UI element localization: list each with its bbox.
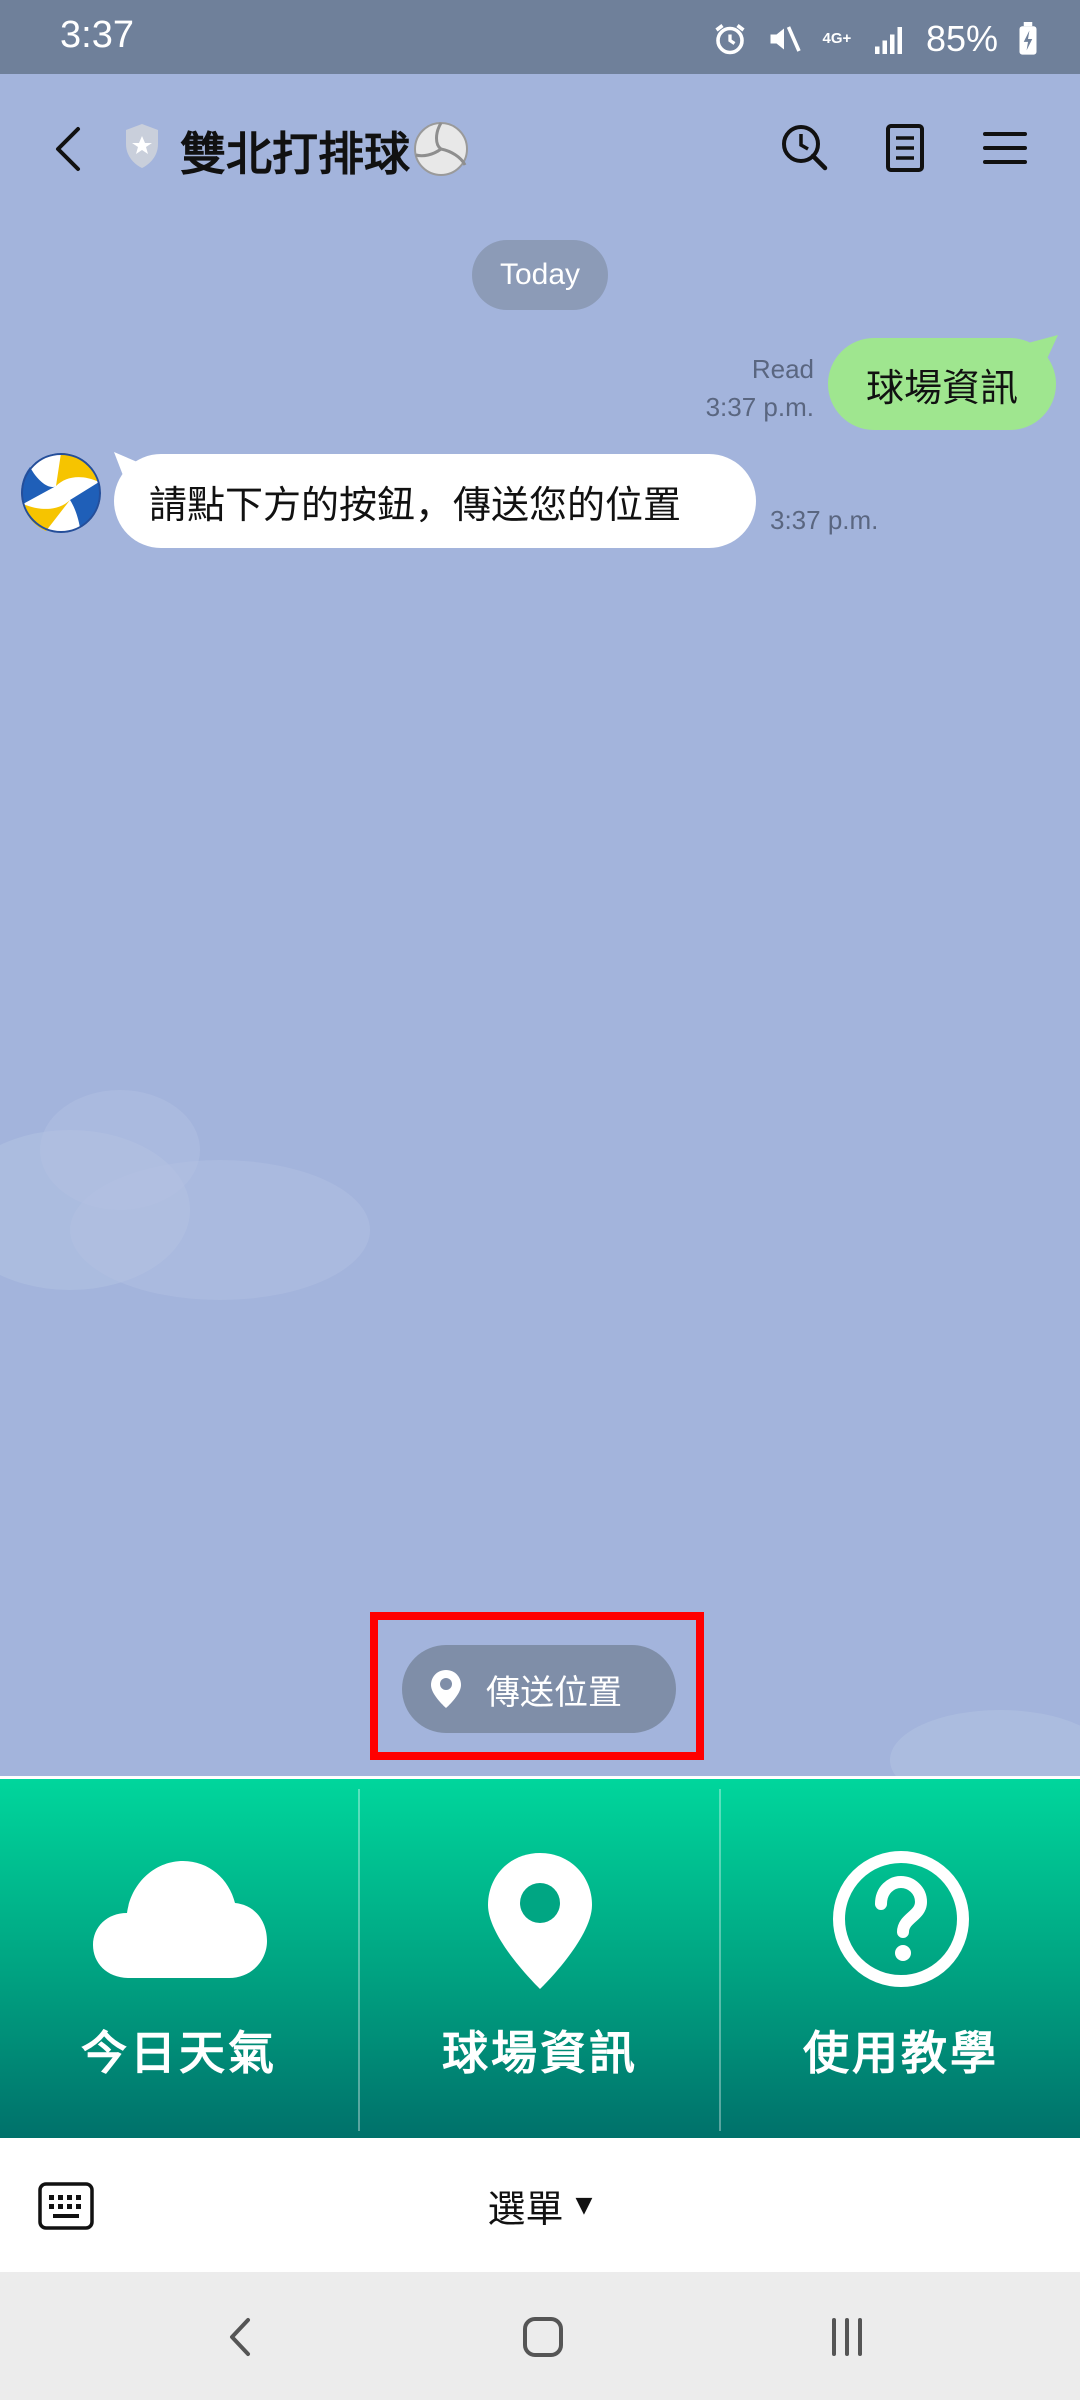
back-arrow-icon[interactable]	[40, 119, 100, 179]
rich-menu-court-info-label: 球場資訊	[442, 2026, 638, 2080]
bot-avatar[interactable]	[20, 452, 102, 534]
volleyball-emoji-icon	[414, 122, 468, 176]
outgoing-timestamp: 3:37 p.m.	[705, 392, 814, 422]
nav-back-icon[interactable]	[216, 2312, 266, 2362]
system-nav-bar	[0, 2272, 1080, 2400]
help-circle-icon	[833, 1851, 969, 1987]
signal-icon	[872, 21, 908, 57]
network-4g-icon: 4G+	[822, 30, 852, 47]
date-divider: Today	[472, 240, 608, 310]
rich-menu-weather[interactable]: 今日天氣	[0, 1779, 358, 2141]
location-pin-icon	[488, 1853, 592, 1989]
read-receipt: Read	[751, 354, 814, 384]
send-location-quick-reply[interactable]: 傳送位置	[402, 1645, 676, 1733]
outgoing-message-meta: Read 3:37 p.m.	[706, 350, 814, 426]
caret-down-icon: ▼	[575, 2192, 593, 2218]
rich-menu-divider	[358, 1789, 360, 2131]
hamburger-menu-icon[interactable]	[975, 118, 1035, 178]
verified-shield-icon	[126, 124, 158, 168]
chat-header: 雙北打排球	[0, 74, 1080, 224]
rich-menu: 今日天氣 球場資訊 使用教學	[0, 1776, 1080, 2141]
mute-icon	[766, 21, 802, 57]
status-bar: 3:37 4G+ 85%	[0, 0, 1080, 74]
bottom-bar: 選單 ▼	[0, 2138, 1080, 2272]
battery-charging-icon	[1016, 21, 1040, 57]
rich-menu-weather-label: 今日天氣	[81, 2026, 277, 2080]
rich-menu-tutorial-label: 使用教學	[803, 2026, 999, 2080]
background-clouds-right	[890, 1710, 1080, 1780]
rich-menu-court-info[interactable]: 球場資訊	[361, 1779, 719, 2141]
keyboard-icon[interactable]	[38, 2180, 94, 2232]
menu-toggle-label: 選單	[487, 2186, 564, 2231]
incoming-timestamp: 3:37 p.m.	[770, 505, 879, 535]
status-icons: 4G+ 85%	[712, 14, 1040, 64]
location-pin-icon	[431, 1670, 461, 1708]
outgoing-message-bubble[interactable]: 球場資訊	[828, 338, 1056, 430]
rich-menu-tutorial[interactable]: 使用教學	[722, 1779, 1080, 2141]
status-time: 3:37	[60, 14, 134, 56]
background-clouds	[0, 1090, 370, 1300]
rich-menu-divider	[719, 1789, 721, 2131]
chat-title: 雙北打排球	[180, 127, 410, 181]
notes-icon[interactable]	[875, 118, 935, 178]
nav-recents-icon[interactable]	[822, 2312, 872, 2362]
menu-toggle[interactable]: 選單 ▼	[0, 2138, 1080, 2272]
quick-reply-label: 傳送位置	[486, 1672, 622, 1713]
search-history-icon[interactable]	[775, 118, 835, 178]
nav-home-icon[interactable]	[518, 2312, 568, 2362]
alarm-icon	[712, 21, 748, 57]
battery-percent: 85%	[925, 18, 998, 59]
cloud-icon	[93, 1861, 267, 1978]
incoming-message-bubble[interactable]: 請點下方的按鈕，傳送您的位置	[114, 454, 756, 548]
